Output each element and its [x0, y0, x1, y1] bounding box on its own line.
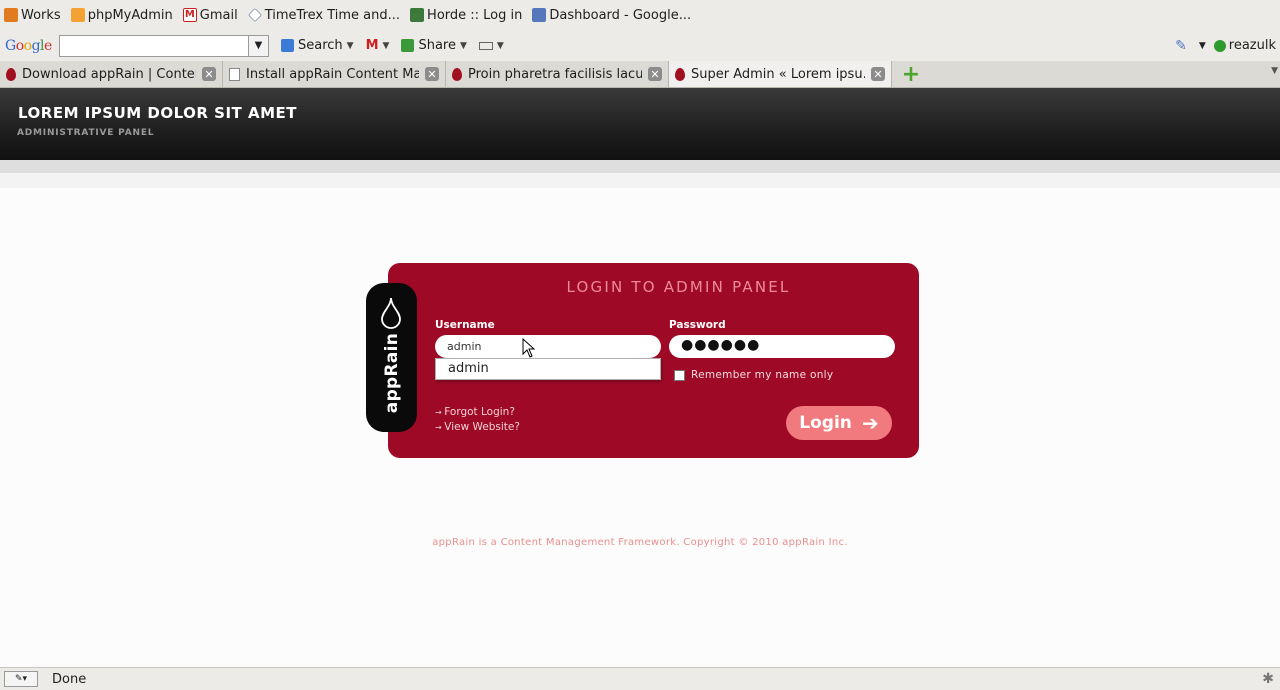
- bookmark-dashboard[interactable]: Dashboard - Google...: [532, 8, 691, 23]
- logo-letter: g: [31, 37, 41, 54]
- tab-title: Proin pharetra facilisis lacu...: [468, 66, 642, 82]
- search-label: Search: [298, 38, 343, 53]
- bookmark-phpmyadmin[interactable]: phpMyAdmin: [70, 7, 173, 23]
- footer-copyright: appRain is a Content Management Framewor…: [432, 537, 848, 548]
- status-menu-button[interactable]: ✎▾: [4, 671, 38, 687]
- bookmark-timetrex[interactable]: TimeTrex Time and...: [247, 7, 401, 23]
- horde-icon: [410, 8, 425, 22]
- bookmark-label: phpMyAdmin: [87, 7, 173, 23]
- tab-title: Download appRain | Conten...: [22, 66, 196, 82]
- tab-proin-pharetra[interactable]: Proin pharetra facilisis lacu... ✕: [446, 61, 669, 87]
- toolbar-right: ✎ ▼ reazulk: [1175, 30, 1276, 61]
- username-input[interactable]: admin: [435, 335, 661, 358]
- autocomplete-option[interactable]: admin: [435, 358, 661, 380]
- login-button-label: Login: [799, 413, 852, 433]
- search-icon: [281, 39, 294, 52]
- share-button[interactable]: Share ▼: [401, 38, 467, 53]
- apprain-badge: appRain: [366, 283, 417, 432]
- google-search-button[interactable]: Search ▼: [281, 38, 354, 53]
- close-icon[interactable]: ✕: [202, 67, 216, 81]
- tab-super-admin[interactable]: Super Admin « Lorem ipsu... ✕: [669, 61, 892, 87]
- bookmark-gmail[interactable]: M Gmail: [182, 7, 238, 23]
- bookmark-label: Works: [21, 7, 61, 23]
- bookmark-label: Horde :: Log in: [427, 7, 523, 23]
- bookmark-label: TimeTrex Time and...: [264, 7, 401, 23]
- folder-icon: [4, 8, 18, 22]
- dashboard-icon: [532, 8, 547, 22]
- login-links: Forgot Login? View Website?: [435, 405, 520, 435]
- apprain-favicon-icon: [6, 67, 16, 81]
- forgot-login-link[interactable]: Forgot Login?: [435, 405, 520, 420]
- remember-me[interactable]: Remember my name only: [674, 369, 833, 381]
- remember-label: Remember my name only: [691, 369, 834, 381]
- close-icon[interactable]: ✕: [871, 67, 885, 81]
- addon-icon[interactable]: ✱: [1262, 671, 1274, 687]
- gmail-icon: M: [182, 8, 197, 22]
- google-toolbar: Google ▼ Search ▼ M ▼ Share ▼ ▼ ✎ ▼ reaz…: [0, 30, 1280, 61]
- drop-icon: [381, 297, 401, 329]
- tab-title: Install appRain Content Ma...: [246, 66, 419, 82]
- tab-title: Super Admin « Lorem ipsu...: [691, 66, 865, 82]
- bookmark-horde[interactable]: Horde :: Log in: [410, 8, 522, 23]
- new-tab-button[interactable]: +: [900, 62, 922, 87]
- bookmark-label: Gmail: [199, 7, 238, 23]
- logo-letter: G: [5, 37, 16, 54]
- wrench-icon[interactable]: ✎: [1175, 38, 1187, 54]
- password-label: Password: [669, 319, 726, 331]
- window-icon: [478, 41, 493, 50]
- chevron-down-icon[interactable]: ▼: [1199, 41, 1206, 51]
- google-logo[interactable]: Google: [5, 38, 57, 54]
- google-search-input[interactable]: [59, 34, 249, 57]
- logo-letter: o: [23, 37, 32, 54]
- logo-letter: o: [15, 37, 24, 54]
- share-icon: [401, 39, 415, 52]
- status-bar: ✎▾ Done ✱: [0, 667, 1280, 690]
- login-heading: LOGIN TO ADMIN PANEL: [566, 278, 791, 296]
- remember-checkbox[interactable]: [674, 369, 685, 381]
- gmail-toolbar-button[interactable]: M ▼: [366, 38, 390, 53]
- site-header: LOREM IPSUM DOLOR SIT AMET ADMINISTRATIV…: [0, 88, 1280, 160]
- chevron-down-icon[interactable]: ▼: [497, 41, 504, 51]
- mouse-cursor-icon: [522, 338, 536, 358]
- close-icon[interactable]: ✕: [425, 67, 439, 81]
- logo-letter: e: [44, 37, 52, 54]
- signed-in-user[interactable]: reazulk: [1229, 38, 1276, 53]
- bookmark-label: Dashboard - Google...: [549, 7, 692, 23]
- chevron-down-icon[interactable]: ▼: [460, 41, 467, 51]
- brand-logo-text: appRain: [381, 332, 402, 414]
- gmail-icon: M: [365, 38, 379, 53]
- bookmark-works[interactable]: Works: [4, 8, 61, 23]
- password-input[interactable]: ●●●●●●: [669, 335, 895, 358]
- header-divider: [0, 160, 1280, 188]
- chevron-down-icon[interactable]: ▼: [347, 41, 354, 51]
- tab-strip: Download appRain | Conten... ✕ Install ap…: [0, 61, 1280, 88]
- tab-install-apprain[interactable]: Install appRain Content Ma... ✕: [223, 61, 446, 87]
- site-subtitle: ADMINISTRATIVE PANEL: [17, 128, 155, 138]
- bookmarks-toolbar: Works phpMyAdmin M Gmail TimeTrex Time an…: [0, 0, 1280, 30]
- phpmyadmin-icon: [70, 8, 85, 22]
- online-status-icon: [1213, 39, 1226, 52]
- timetrex-icon: [247, 8, 262, 22]
- username-label: Username: [435, 319, 495, 331]
- chevron-down-icon[interactable]: ▼: [249, 34, 269, 57]
- arrow-right-icon: ➔: [861, 411, 879, 435]
- apprain-favicon-icon: [675, 67, 685, 81]
- view-website-link[interactable]: View Website?: [435, 420, 520, 435]
- login-button[interactable]: Login ➔: [786, 406, 892, 440]
- status-text: Done: [52, 671, 87, 687]
- close-icon[interactable]: ✕: [648, 67, 662, 81]
- share-label: Share: [418, 38, 456, 53]
- page-favicon-icon: [229, 67, 240, 81]
- chevron-down-icon[interactable]: ▼: [383, 41, 390, 51]
- chevron-down-icon[interactable]: ▼: [1271, 66, 1278, 76]
- tab-download-apprain[interactable]: Download appRain | Conten... ✕: [0, 61, 223, 87]
- apprain-favicon-icon: [452, 67, 462, 81]
- toolbar-menu-button[interactable]: ▼: [478, 41, 504, 51]
- site-title: LOREM IPSUM DOLOR SIT AMET: [18, 104, 298, 122]
